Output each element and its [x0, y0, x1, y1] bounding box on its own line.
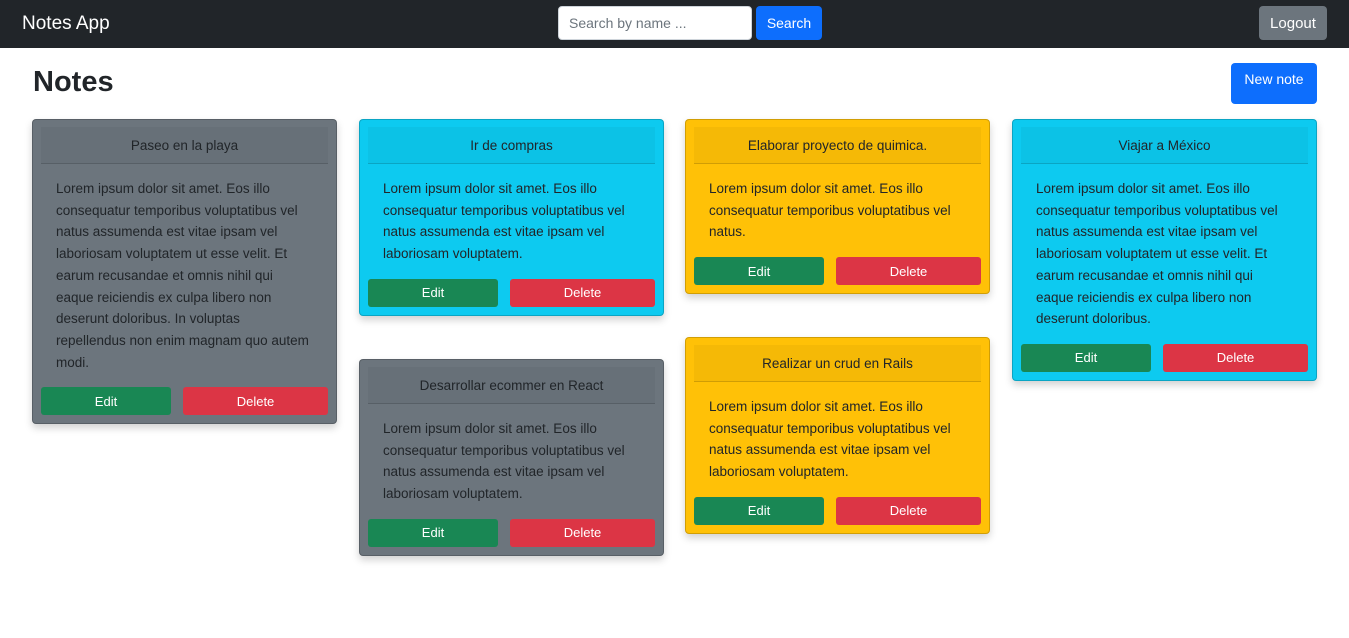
delete-button[interactable]: Delete	[510, 518, 655, 547]
note-title: Realizar un crud en Rails	[694, 345, 981, 382]
note-body: Lorem ipsum dolor sit amet. Eos illo con…	[709, 181, 951, 240]
edit-button[interactable]: Edit	[694, 496, 824, 525]
note-card: Desarrollar ecommer en React Lorem ipsum…	[359, 359, 664, 556]
note-body: Lorem ipsum dolor sit amet. Eos illo con…	[1036, 181, 1278, 327]
search-input[interactable]	[558, 6, 752, 40]
search-form: Search	[558, 6, 822, 40]
new-note-button[interactable]: New note	[1231, 63, 1317, 104]
note-actions: Edit Delete	[41, 373, 328, 423]
brand-logo[interactable]: Notes App	[22, 12, 110, 36]
edit-button[interactable]: Edit	[1021, 343, 1151, 372]
note-body: Lorem ipsum dolor sit amet. Eos illo con…	[56, 181, 309, 370]
logout-button[interactable]: Logout	[1259, 6, 1327, 40]
note-title: Ir de compras	[368, 127, 655, 164]
delete-button[interactable]: Delete	[183, 387, 328, 416]
navbar: Notes App Search Logout	[0, 0, 1349, 48]
edit-button[interactable]: Edit	[368, 518, 498, 547]
delete-button[interactable]: Delete	[836, 257, 981, 286]
note-body: Lorem ipsum dolor sit amet. Eos illo con…	[709, 399, 951, 480]
note-card: Paseo en la playa Lorem ipsum dolor sit …	[32, 119, 337, 425]
note-actions: Edit Delete	[368, 265, 655, 315]
note-title: Paseo en la playa	[41, 127, 328, 164]
note-actions: Edit Delete	[694, 243, 981, 293]
delete-button[interactable]: Delete	[836, 496, 981, 525]
note-body: Lorem ipsum dolor sit amet. Eos illo con…	[383, 181, 625, 262]
note-card: Realizar un crud en Rails Lorem ipsum do…	[685, 337, 990, 534]
note-card: Ir de compras Lorem ipsum dolor sit amet…	[359, 119, 664, 316]
edit-button[interactable]: Edit	[694, 257, 824, 286]
search-button[interactable]: Search	[756, 6, 822, 40]
delete-button[interactable]: Delete	[510, 278, 655, 307]
note-title: Viajar a México	[1021, 127, 1308, 164]
delete-button[interactable]: Delete	[1163, 343, 1308, 372]
edit-button[interactable]: Edit	[41, 387, 171, 416]
note-title: Desarrollar ecommer en React	[368, 367, 655, 404]
edit-button[interactable]: Edit	[368, 278, 498, 307]
note-title: Elaborar proyecto de quimica.	[694, 127, 981, 164]
note-card: Viajar a México Lorem ipsum dolor sit am…	[1012, 119, 1317, 381]
note-actions: Edit Delete	[368, 505, 655, 555]
note-actions: Edit Delete	[694, 483, 981, 533]
note-card: Elaborar proyecto de quimica. Lorem ipsu…	[685, 119, 990, 295]
note-body: Lorem ipsum dolor sit amet. Eos illo con…	[383, 421, 625, 502]
note-actions: Edit Delete	[1021, 330, 1308, 380]
page-title: Notes	[33, 66, 114, 98]
